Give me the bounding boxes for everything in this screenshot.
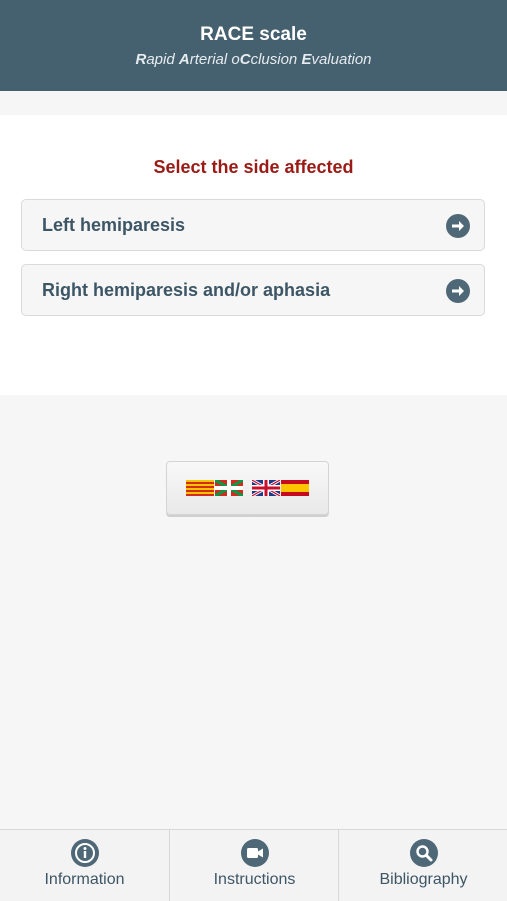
search-icon: [409, 839, 438, 867]
basque-flag-icon: [215, 480, 243, 496]
app-subtitle: Rapid Arterial oCclusion Evaluation: [135, 51, 372, 68]
tab-label: Instructions: [213, 871, 296, 888]
left-hemiparesis-option[interactable]: Left hemiparesis: [21, 199, 485, 251]
select-side-prompt: Select the side affected: [153, 157, 354, 177]
tab-label: Information: [44, 871, 125, 888]
right-hemiparesis-option[interactable]: Right hemiparesis and/or aphasia: [21, 264, 485, 316]
option-label: Right hemiparesis and/or aphasia: [42, 280, 331, 300]
tab-instructions[interactable]: Instructions: [169, 830, 339, 901]
arrow-right-circle-icon: [446, 214, 470, 238]
language-select-button[interactable]: [166, 461, 329, 515]
tab-bibliography[interactable]: Bibliography: [338, 830, 507, 901]
uk-flag-icon: [252, 480, 280, 496]
spanish-flag-icon: [281, 480, 309, 496]
bottom-tab-bar: Information Instructions Bibliography: [0, 829, 507, 901]
info-icon: [70, 839, 99, 867]
app-header: RACE scale Rapid Arterial oCclusion Eval…: [0, 0, 507, 91]
arrow-right-circle-icon: [446, 279, 470, 303]
tab-information[interactable]: Information: [0, 830, 169, 901]
catalan-flag-icon: [186, 480, 214, 496]
video-camera-icon: [240, 839, 269, 867]
option-label: Left hemiparesis: [42, 215, 186, 235]
header-gap: [0, 91, 507, 115]
tab-label: Bibliography: [379, 871, 468, 888]
app-title: RACE scale: [200, 24, 307, 45]
